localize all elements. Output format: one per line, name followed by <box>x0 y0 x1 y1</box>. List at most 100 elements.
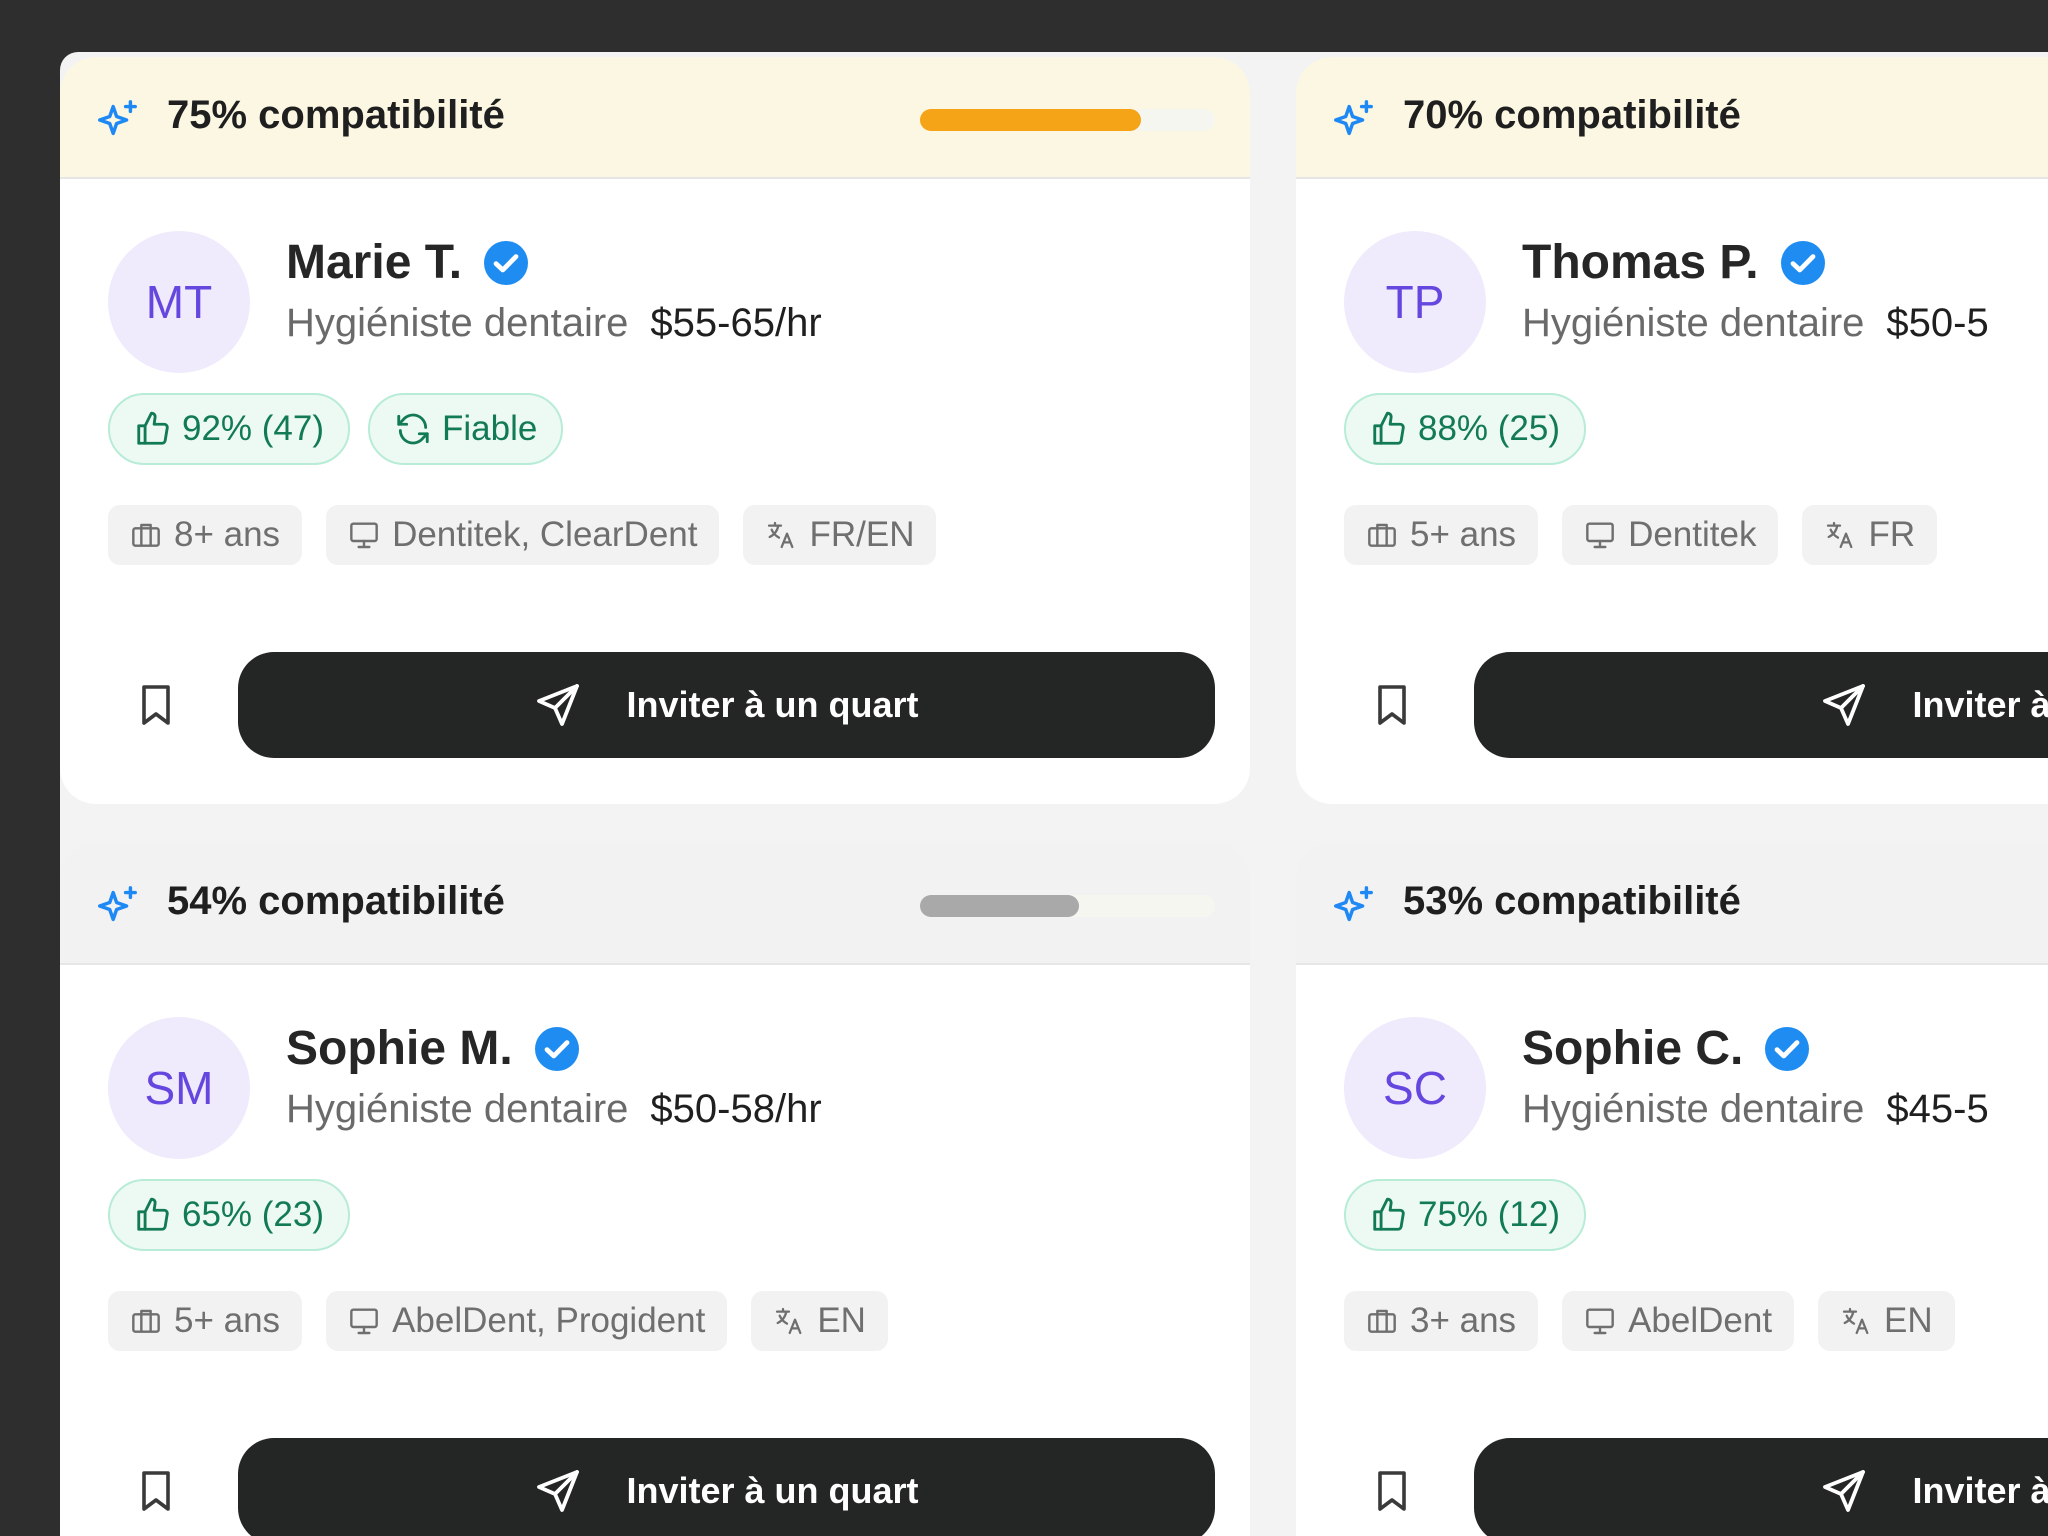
send-icon <box>537 684 580 726</box>
hourly-rate: $50-58/hr <box>650 1087 822 1131</box>
translate-icon <box>768 521 794 549</box>
experience-text: 8+ ans <box>174 515 281 554</box>
invite-button[interactable]: Inviter à un quart <box>238 1438 1215 1536</box>
hourly-rate: $55-65/hr <box>650 301 822 345</box>
software-text: AbelDent <box>1628 1301 1773 1340</box>
languages-chip: FR <box>1802 505 1938 565</box>
candidate-body: TP Thomas P. Hygiéniste dentaire $50-5 88… <box>1296 179 2048 804</box>
rating-text: 75% (12) <box>1418 1195 1561 1234</box>
monitor-icon <box>350 522 378 549</box>
reliable-chip: Fiable <box>368 393 564 465</box>
software-chip: Dentitek, ClearDent <box>326 505 720 565</box>
candidate-card: 53% compatibilité SC Sophie C. Hygiénist… <box>1296 843 2048 1536</box>
candidate-card: 54% compatibilité SM Sophie M. Hygiénist… <box>60 843 1250 1536</box>
send-icon <box>1823 684 1866 726</box>
rating-chip: 88% (25) <box>1344 393 1587 465</box>
score-chips: 88% (25) <box>1344 393 1587 465</box>
match-percentage: 70% compatibilité <box>1403 93 1741 137</box>
detail-chips: 3+ ans AbelDent EN <box>1344 1291 1955 1351</box>
languages-chip: EN <box>1818 1291 1955 1351</box>
detail-chips: 5+ ans AbelDent, Progident EN <box>108 1291 888 1351</box>
experience-text: 3+ ans <box>1410 1301 1517 1340</box>
candidate-card: 70% compatibilité TP Thomas P. Hygiénist… <box>1296 57 2048 804</box>
match-progress-bar <box>920 895 1215 917</box>
match-progress-fill <box>920 895 1080 917</box>
match-header: 54% compatibilité <box>60 843 1250 965</box>
verified-badge-icon <box>1780 240 1825 285</box>
detail-chips: 5+ ans Dentitek FR <box>1344 505 1938 565</box>
rating-text: 92% (47) <box>182 409 325 448</box>
score-chips: 92% (47) Fiable <box>108 393 564 465</box>
experience-chip: 8+ ans <box>108 505 303 565</box>
thumbs-up-icon <box>1373 411 1405 445</box>
sparkles-icon <box>1334 100 1373 136</box>
candidate-body: SC Sophie C. Hygiéniste dentaire $45-5 75… <box>1296 965 2048 1536</box>
experience-text: 5+ ans <box>1410 515 1517 554</box>
briefcase-icon <box>132 1309 160 1333</box>
hourly-rate: $45-5 <box>1886 1087 1989 1131</box>
score-chips: 75% (12) <box>1344 1179 1587 1251</box>
rating-text: 65% (23) <box>182 1195 325 1234</box>
match-progress-fill <box>920 109 1142 131</box>
candidate-name[interactable]: Sophie M. <box>286 1021 581 1076</box>
languages-text: FR <box>1868 515 1916 554</box>
role-rate-line: Hygiéniste dentaire $45-5 <box>1522 1087 1989 1132</box>
rating-chip: 75% (12) <box>1344 1179 1587 1251</box>
match-percentage: 53% compatibilité <box>1403 879 1741 923</box>
match-header: 53% compatibilité <box>1296 843 2048 965</box>
invite-label: Inviter à un quart <box>626 684 919 725</box>
send-icon <box>1823 1470 1866 1512</box>
monitor-icon <box>1586 1308 1614 1335</box>
candidate-role: Hygiéniste dentaire <box>286 1087 629 1131</box>
avatar: TP <box>1344 231 1486 373</box>
software-text: Dentitek <box>1628 515 1757 554</box>
candidate-name[interactable]: Marie T. <box>286 235 530 290</box>
sparkles-icon <box>98 886 137 922</box>
invite-button[interactable]: Inviter à un <box>1474 1438 2048 1536</box>
score-chips: 65% (23) <box>108 1179 351 1251</box>
software-chip: AbelDent <box>1562 1291 1795 1351</box>
bookmark-icon[interactable] <box>132 1467 180 1515</box>
candidate-name-text: Sophie M. <box>286 1022 513 1075</box>
candidate-name-text: Thomas P. <box>1522 236 1759 289</box>
candidate-name-text: Sophie C. <box>1522 1022 1744 1075</box>
experience-text: 5+ ans <box>174 1301 281 1340</box>
briefcase-icon <box>1368 1309 1396 1333</box>
candidate-body: MT Marie T. Hygiéniste dentaire $55-65/hr… <box>60 179 1250 804</box>
reliable-text: Fiable <box>442 409 538 448</box>
thumbs-up-icon <box>137 411 169 445</box>
match-percentage: 75% compatibilité <box>167 93 505 137</box>
candidate-name-text: Marie T. <box>286 236 463 289</box>
bookmark-icon[interactable] <box>1368 1467 1416 1515</box>
invite-button[interactable]: Inviter à un quart <box>238 652 1215 758</box>
candidate-role: Hygiéniste dentaire <box>1522 301 1865 345</box>
invite-button[interactable]: Inviter à un <box>1474 652 2048 758</box>
monitor-icon <box>350 1308 378 1335</box>
candidate-role: Hygiéniste dentaire <box>286 301 629 345</box>
candidate-name[interactable]: Sophie C. <box>1522 1021 1811 1076</box>
languages-text: EN <box>817 1301 866 1340</box>
software-text: AbelDent, Progident <box>392 1301 706 1340</box>
candidate-name[interactable]: Thomas P. <box>1522 235 1827 290</box>
candidate-card: 75% compatibilité MT Marie T. Hygiéniste… <box>60 57 1250 804</box>
hourly-rate: $50-5 <box>1886 301 1989 345</box>
role-rate-line: Hygiéniste dentaire $55-65/hr <box>286 301 822 346</box>
rating-text: 88% (25) <box>1418 409 1561 448</box>
avatar: SC <box>1344 1017 1486 1159</box>
verified-badge-icon <box>484 240 529 285</box>
languages-chip: FR/EN <box>743 505 937 565</box>
match-progress-bar <box>920 109 1215 131</box>
verified-badge-icon <box>1765 1026 1810 1071</box>
role-rate-line: Hygiéniste dentaire $50-58/hr <box>286 1087 822 1132</box>
bookmark-icon[interactable] <box>132 681 180 729</box>
candidate-body: SM Sophie M. Hygiéniste dentaire $50-58/h… <box>60 965 1250 1536</box>
briefcase-icon <box>132 523 160 547</box>
avatar: MT <box>108 231 250 373</box>
translate-icon <box>1827 521 1853 549</box>
software-text: Dentitek, ClearDent <box>392 515 698 554</box>
briefcase-icon <box>1368 523 1396 547</box>
software-chip: AbelDent, Progident <box>326 1291 728 1351</box>
results-panel: 75% compatibilité MT Marie T. Hygiéniste… <box>60 52 2048 1536</box>
bookmark-icon[interactable] <box>1368 681 1416 729</box>
verified-badge-icon <box>534 1026 579 1071</box>
